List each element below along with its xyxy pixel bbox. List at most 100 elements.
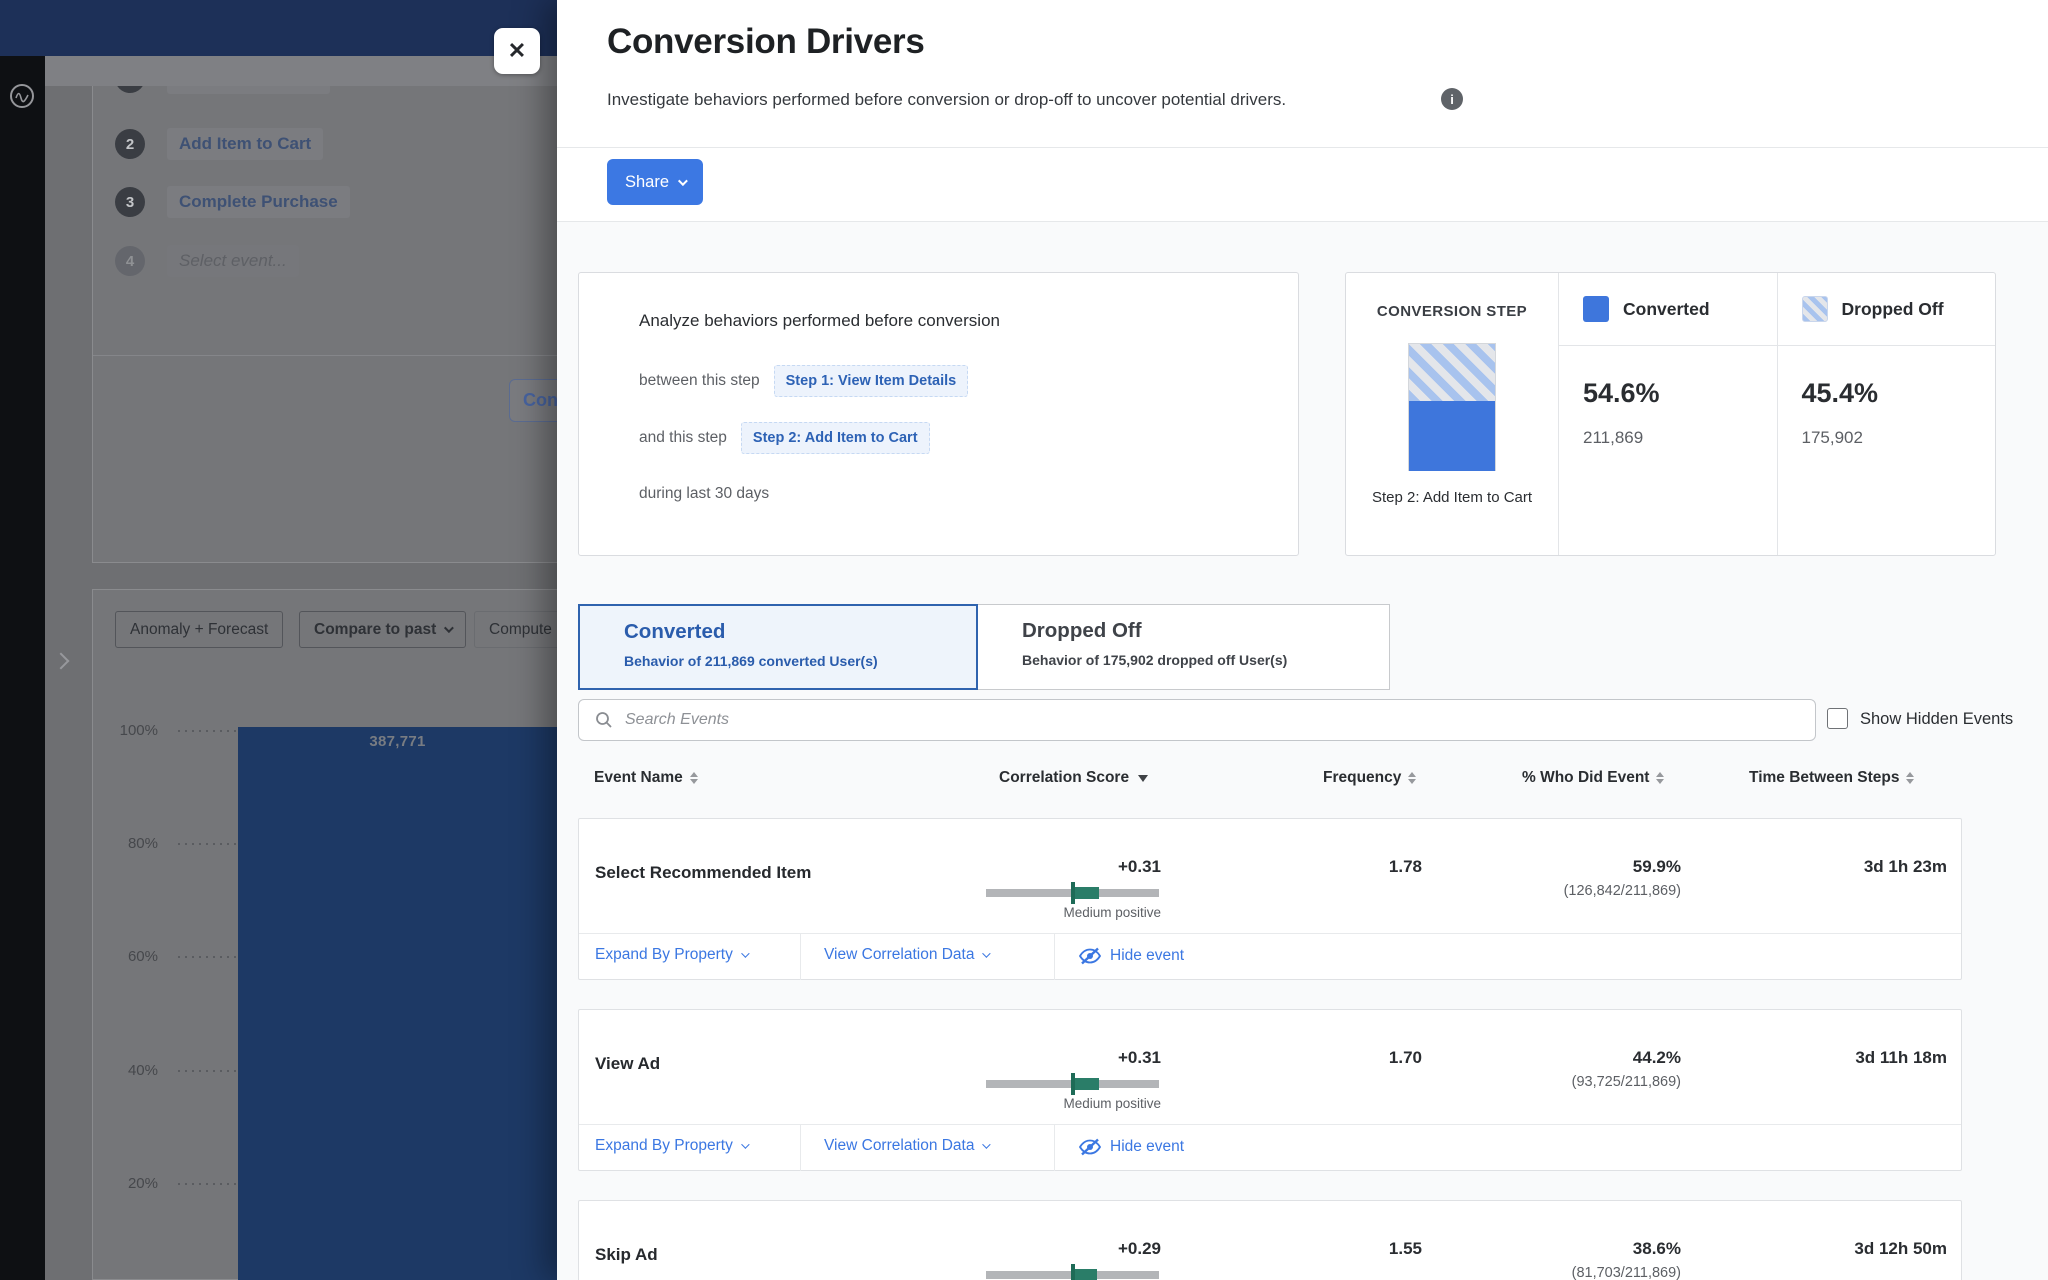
chevron-down-icon	[678, 176, 688, 186]
step2-chip[interactable]: Step 2: Add Item to Cart	[741, 422, 930, 454]
correlation-bar	[986, 1271, 1159, 1279]
funnel-step-3: 3 Complete Purchase	[115, 186, 350, 218]
funnel-step-4-placeholder: 4 Select event...	[115, 245, 299, 277]
compare-to-past-button: Compare to past	[299, 611, 466, 648]
step-caption: Step 2: Add Item to Cart	[1346, 489, 1558, 506]
step-number-badge: 4	[115, 246, 145, 276]
search-events-input[interactable]	[623, 710, 1815, 730]
eye-slash-icon	[1078, 1137, 1102, 1157]
step-number-badge: 2	[115, 129, 145, 159]
converted-swatch-icon	[1583, 296, 1609, 322]
duration-label: during last 30 days	[639, 485, 769, 503]
top-nav-bar	[0, 0, 557, 56]
sort-icon	[1906, 772, 1914, 785]
dropped-column: Dropped Off 45.4% 175,902	[1778, 273, 1996, 555]
tab-converted[interactable]: Converted Behavior of 211,869 converted …	[578, 604, 978, 690]
share-button[interactable]: Share	[607, 159, 703, 205]
mini-stacked-bar	[1408, 343, 1496, 471]
card-section-divider	[93, 355, 557, 356]
info-icon[interactable]: i	[1441, 88, 1463, 110]
header-time-between-steps[interactable]: Time Between Steps	[1749, 769, 1914, 787]
step1-chip[interactable]: Step 1: View Item Details	[774, 365, 969, 397]
event-row-select-recommended-item: Select Recommended Item +0.31 Medium pos…	[578, 818, 1962, 980]
correlation-bar	[986, 889, 1159, 897]
view-correlation-data-button[interactable]: View Correlation Data	[824, 1137, 988, 1155]
chevron-down-icon	[983, 1140, 991, 1148]
step-number-badge: 3	[115, 187, 145, 217]
search-events-box	[578, 699, 1816, 741]
dropped-count: 175,902	[1802, 428, 1863, 448]
correlation-bar-value	[1073, 887, 1099, 899]
sort-icon	[690, 772, 698, 785]
dropped-segment	[1409, 344, 1495, 401]
chevron-down-icon	[741, 1140, 749, 1148]
header-pct-who-did-event[interactable]: % Who Did Event	[1522, 769, 1664, 787]
collapse-panel-chevron-icon	[53, 653, 70, 670]
search-icon	[595, 711, 613, 729]
conversion-step-column: CONVERSION STEP Step 2: Add Item to Cart	[1346, 273, 1559, 555]
conversion-drivers-panel: Conversion Drivers Investigate behaviors…	[557, 0, 2048, 1280]
dropped-legend-label: Dropped Off	[1842, 299, 1944, 320]
expand-by-property-button[interactable]: Expand By Property	[595, 1137, 747, 1155]
y-tick: 20%	[98, 1175, 158, 1192]
close-icon: ✕	[508, 38, 526, 64]
tab-dropped-off[interactable]: Dropped Off Behavior of 175,902 dropped …	[977, 604, 1390, 690]
panel-subtitle: Investigate behaviors performed before c…	[607, 90, 1286, 110]
correlation-bar-zero-tick	[1071, 882, 1075, 904]
funnel-bar-step1	[238, 727, 557, 1280]
correlation-bar-value	[1073, 1078, 1099, 1090]
event-row-skip-ad: Skip Ad +0.29 Weak positive 1.55 38.6% (…	[578, 1200, 1962, 1280]
y-tick: 100%	[98, 722, 158, 739]
dropped-percent: 45.4%	[1802, 378, 1879, 409]
funnel-bar-value: 387,771	[238, 733, 557, 750]
left-sidebar	[0, 56, 45, 1280]
y-tick: 80%	[98, 835, 158, 852]
hide-event-button[interactable]: Hide event	[1078, 946, 1184, 966]
anomaly-forecast-button: Anomaly + Forecast	[115, 611, 283, 648]
conversion-step-header: CONVERSION STEP	[1346, 303, 1558, 320]
y-tick: 60%	[98, 948, 158, 965]
correlation-bar-zero-tick	[1071, 1073, 1075, 1095]
panel-title: Conversion Drivers	[607, 22, 925, 62]
converted-percent: 54.6%	[1583, 378, 1660, 409]
converted-count: 211,869	[1583, 428, 1643, 448]
event-row-view-ad: View Ad +0.31 Medium positive 1.70 44.2%…	[578, 1009, 1962, 1171]
y-tick: 40%	[98, 1062, 158, 1079]
converted-legend-label: Converted	[1623, 299, 1710, 320]
chevron-down-icon	[983, 949, 991, 957]
show-hidden-events-checkbox[interactable]	[1827, 708, 1848, 729]
summary-heading: Analyze behaviors performed before conve…	[639, 311, 1000, 331]
sort-desc-icon	[1138, 775, 1148, 782]
dropped-swatch-icon	[1802, 296, 1828, 322]
expand-by-property-button[interactable]: Expand By Property	[595, 946, 747, 964]
chevron-down-icon	[741, 949, 749, 957]
converted-column: Converted 54.6% 211,869	[1559, 273, 1778, 555]
funnel-step-2: 2 Add Item to Cart	[115, 128, 323, 160]
view-correlation-data-button[interactable]: View Correlation Data	[824, 946, 988, 964]
amplitude-logo-icon	[10, 84, 34, 108]
sort-icon	[1408, 772, 1416, 785]
page-subheader-band	[45, 56, 557, 86]
and-step-label: and this step	[639, 429, 727, 447]
app-screen: 1 View Item Details 2 Add Item to Cart 3…	[0, 0, 2048, 1280]
hide-event-button[interactable]: Hide event	[1078, 1137, 1184, 1157]
row-actions: Expand By Property View Correlation Data…	[579, 1124, 1961, 1170]
correlation-bar-zero-tick	[1071, 1264, 1075, 1280]
show-hidden-events-label: Show Hidden Events	[1860, 710, 2013, 729]
converted-segment	[1409, 401, 1495, 471]
close-panel-button[interactable]: ✕	[494, 28, 540, 74]
correlation-bar-value	[1073, 1269, 1097, 1280]
correlation-bar	[986, 1080, 1159, 1088]
conversion-step-card: CONVERSION STEP Step 2: Add Item to Cart…	[1345, 272, 1996, 556]
between-step-label: between this step	[639, 372, 760, 390]
chevron-down-icon	[444, 623, 454, 633]
header-correlation-score[interactable]: Correlation Score	[999, 769, 1148, 787]
header-frequency[interactable]: Frequency	[1323, 769, 1416, 787]
header-event-name[interactable]: Event Name	[594, 769, 698, 787]
header-divider	[557, 147, 2048, 148]
analysis-summary-card: Analyze behaviors performed before conve…	[578, 272, 1299, 556]
sort-icon	[1656, 772, 1664, 785]
eye-slash-icon	[1078, 946, 1102, 966]
panel-content: Analyze behaviors performed before conve…	[557, 222, 2048, 1280]
row-actions: Expand By Property View Correlation Data…	[579, 933, 1961, 979]
